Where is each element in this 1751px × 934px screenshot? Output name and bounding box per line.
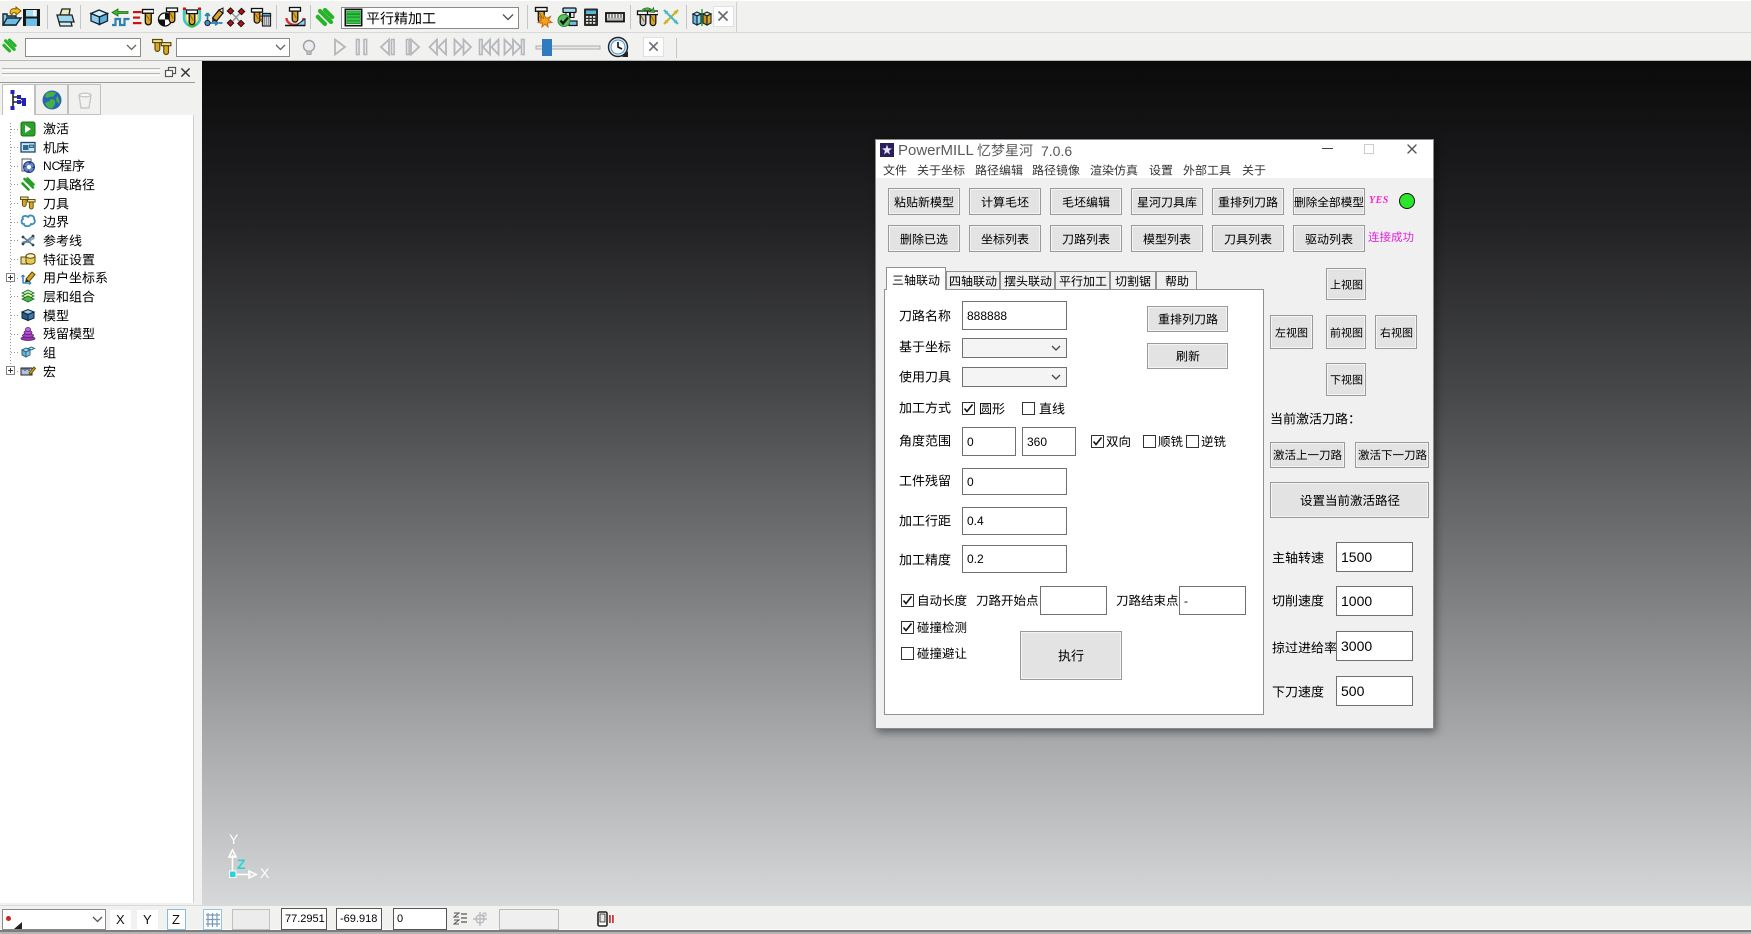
- svg-text:Z: Z: [237, 856, 246, 872]
- svg-text:Y: Y: [229, 831, 239, 847]
- svg-text:X: X: [260, 865, 270, 881]
